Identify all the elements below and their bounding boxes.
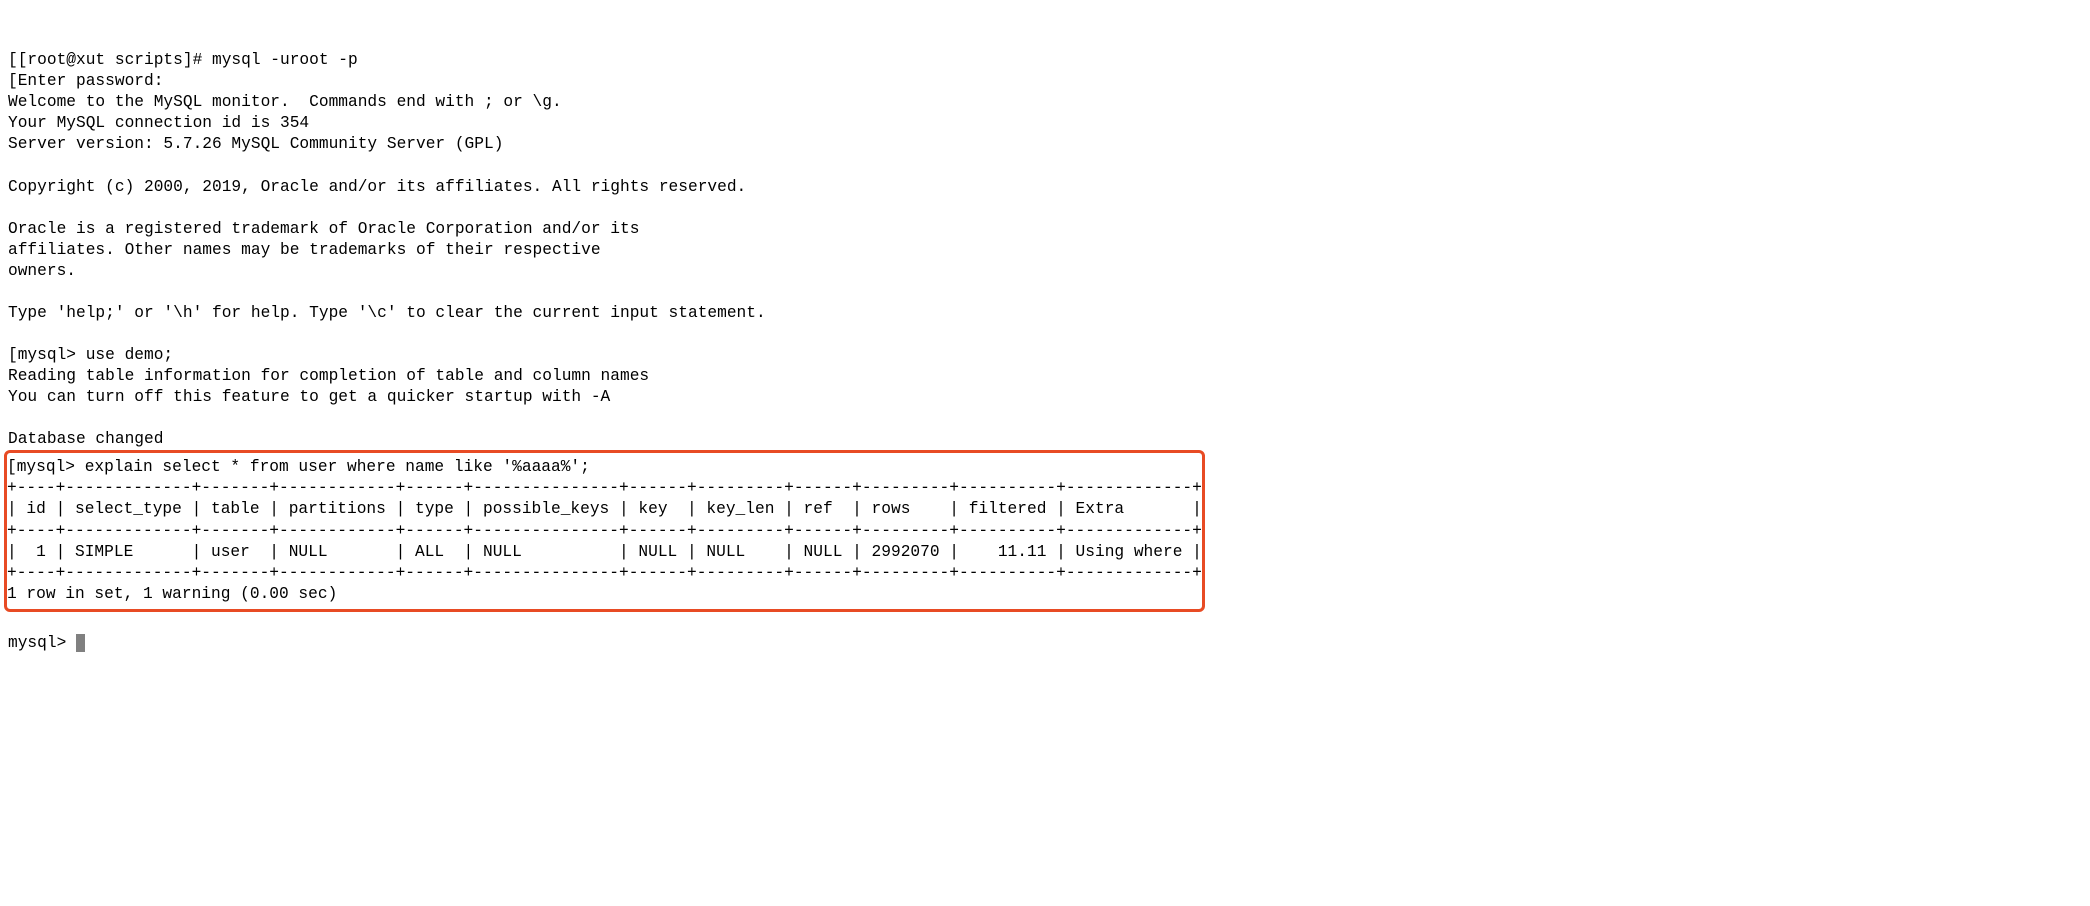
turn-off-line: You can turn off this feature to get a q… — [8, 388, 610, 406]
trademark-line-2: affiliates. Other names may be trademark… — [8, 241, 601, 259]
explain-command: explain select * from user where name li… — [85, 458, 590, 476]
shell-command: mysql -uroot -p — [212, 51, 358, 69]
database-changed-line: Database changed — [8, 430, 163, 448]
highlighted-explain-region: [mysql> explain select * from user where… — [4, 450, 1205, 611]
server-version-line: Server version: 5.7.26 MySQL Community S… — [8, 135, 503, 153]
table-border-mid: +----+-------------+-------+------------… — [7, 522, 1202, 540]
use-demo-command: use demo; — [86, 346, 173, 364]
trademark-line-1: Oracle is a registered trademark of Orac… — [8, 220, 639, 238]
mysql-prompt: [mysql> — [8, 346, 86, 364]
result-summary: 1 row in set, 1 warning (0.00 sec) — [7, 585, 337, 603]
shell-prompt: [[root@xut scripts]# — [8, 51, 212, 69]
trademark-line-3: owners. — [8, 262, 76, 280]
mysql-prompt[interactable]: mysql> — [8, 634, 76, 652]
copyright-line: Copyright (c) 2000, 2019, Oracle and/or … — [8, 178, 746, 196]
password-prompt: [Enter password: — [8, 72, 163, 90]
table-header-row: | id | select_type | table | partitions … — [7, 500, 1202, 518]
welcome-line: Welcome to the MySQL monitor. Commands e… — [8, 93, 562, 111]
connection-id-line: Your MySQL connection id is 354 — [8, 114, 309, 132]
mysql-prompt: [mysql> — [7, 458, 85, 476]
help-line: Type 'help;' or '\h' for help. Type '\c'… — [8, 304, 766, 322]
terminal-cursor[interactable] — [76, 634, 85, 652]
table-border-bottom: +----+-------------+-------+------------… — [7, 564, 1202, 582]
table-data-row: | 1 | SIMPLE | user | NULL | ALL | NULL … — [7, 543, 1202, 561]
reading-tables-line: Reading table information for completion… — [8, 367, 649, 385]
table-border-top: +----+-------------+-------+------------… — [7, 479, 1202, 497]
